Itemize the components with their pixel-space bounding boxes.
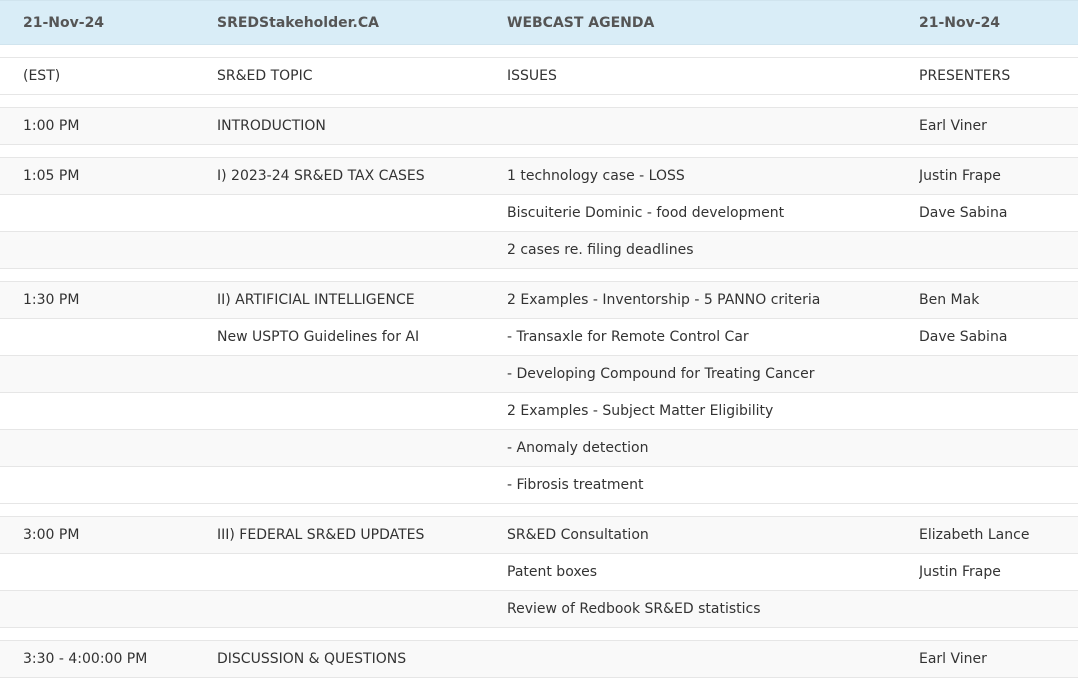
presenter-cell: Justin Frape [919,553,1078,591]
topic-cell [217,590,507,628]
spacer-row [0,94,1078,108]
topic-cell [217,355,507,393]
table-row: 2 cases re. filing deadlines [0,231,1078,269]
issue-cell: 2 Examples - Subject Matter Eligibility [507,392,919,430]
issue-cell [507,640,919,678]
presenter-cell: Earl Viner [919,107,1078,145]
table-row: Patent boxes Justin Frape [0,553,1078,591]
issue-cell: - Fibrosis treatment [507,466,919,504]
topic-cell: I) 2023-24 SR&ED TAX CASES [217,157,507,195]
time-cell [0,553,217,591]
presenter-cell [919,355,1078,393]
topic-cell: New USPTO Guidelines for AI [217,318,507,356]
time-cell: 3:00 PM [0,516,217,554]
issue-cell: SR&ED Consultation [507,516,919,554]
topic-cell: INTRODUCTION [217,107,507,145]
issue-cell: Patent boxes [507,553,919,591]
table-row: Review of Redbook SR&ED statistics [0,590,1078,628]
table-row: 1:00 PM INTRODUCTION Earl Viner [0,107,1078,145]
spacer-row [0,268,1078,282]
time-cell: 3:30 - 4:00:00 PM [0,640,217,678]
presenter-cell [919,590,1078,628]
topic-cell [217,429,507,467]
spacer-row [0,44,1078,58]
issue-cell: Review of Redbook SR&ED statistics [507,590,919,628]
table-row: 3:30 - 4:00:00 PM DISCUSSION & QUESTIONS… [0,640,1078,678]
time-cell: 1:00 PM [0,107,217,145]
topic-cell [217,194,507,232]
issue-cell: 2 Examples - Inventorship - 5 PANNO crit… [507,281,919,319]
header-site: SREDStakeholder.CA [217,0,507,45]
issue-cell: - Developing Compound for Treating Cance… [507,355,919,393]
presenter-cell [919,429,1078,467]
table-header-row: 21-Nov-24 SREDStakeholder.CA WEBCAST AGE… [0,0,1078,45]
table-row: 1:05 PM I) 2023-24 SR&ED TAX CASES 1 tec… [0,157,1078,195]
topic-cell [217,553,507,591]
table-row: - Fibrosis treatment [0,466,1078,504]
topic-cell [217,231,507,269]
table-row: Biscuiterie Dominic - food development D… [0,194,1078,232]
time-cell [0,231,217,269]
table-row: - Developing Compound for Treating Cance… [0,355,1078,393]
issue-cell: - Transaxle for Remote Control Car [507,318,919,356]
time-cell [0,392,217,430]
issue-cell: Biscuiterie Dominic - food development [507,194,919,232]
time-cell: 1:05 PM [0,157,217,195]
topic-cell: III) FEDERAL SR&ED UPDATES [217,516,507,554]
topic-cell [217,466,507,504]
time-cell [0,466,217,504]
topic-cell [217,392,507,430]
spacer-row [0,627,1078,641]
webcast-agenda-table: 21-Nov-24 SREDStakeholder.CA WEBCAST AGE… [0,0,1078,678]
time-cell [0,318,217,356]
table-row: 2 Examples - Subject Matter Eligibility [0,392,1078,430]
presenter-cell: PRESENTERS [919,57,1078,95]
presenter-cell: Dave Sabina [919,318,1078,356]
presenter-cell: Elizabeth Lance [919,516,1078,554]
header-date-right: 21-Nov-24 [919,0,1078,45]
presenter-cell: Justin Frape [919,157,1078,195]
presenter-cell [919,392,1078,430]
spacer-row [0,144,1078,158]
column-labels-row: (EST) SR&ED TOPIC ISSUES PRESENTERS [0,57,1078,95]
time-cell: (EST) [0,57,217,95]
time-cell [0,429,217,467]
time-cell [0,590,217,628]
presenter-cell: Dave Sabina [919,194,1078,232]
issue-cell: - Anomaly detection [507,429,919,467]
presenter-cell: Ben Mak [919,281,1078,319]
spacer-row [0,503,1078,517]
table-row: 1:30 PM II) ARTIFICIAL INTELLIGENCE 2 Ex… [0,281,1078,319]
time-cell [0,194,217,232]
table-row: - Anomaly detection [0,429,1078,467]
time-cell [0,355,217,393]
header-title: WEBCAST AGENDA [507,0,919,45]
table-row: 3:00 PM III) FEDERAL SR&ED UPDATES SR&ED… [0,516,1078,554]
table-row: New USPTO Guidelines for AI - Transaxle … [0,318,1078,356]
presenter-cell [919,231,1078,269]
header-date-left: 21-Nov-24 [0,0,217,45]
topic-cell: SR&ED TOPIC [217,57,507,95]
topic-cell: DISCUSSION & QUESTIONS [217,640,507,678]
time-cell: 1:30 PM [0,281,217,319]
issue-cell: ISSUES [507,57,919,95]
issue-cell: 1 technology case - LOSS [507,157,919,195]
issue-cell: 2 cases re. filing deadlines [507,231,919,269]
presenter-cell: Earl Viner [919,640,1078,678]
presenter-cell [919,466,1078,504]
issue-cell [507,107,919,145]
topic-cell: II) ARTIFICIAL INTELLIGENCE [217,281,507,319]
